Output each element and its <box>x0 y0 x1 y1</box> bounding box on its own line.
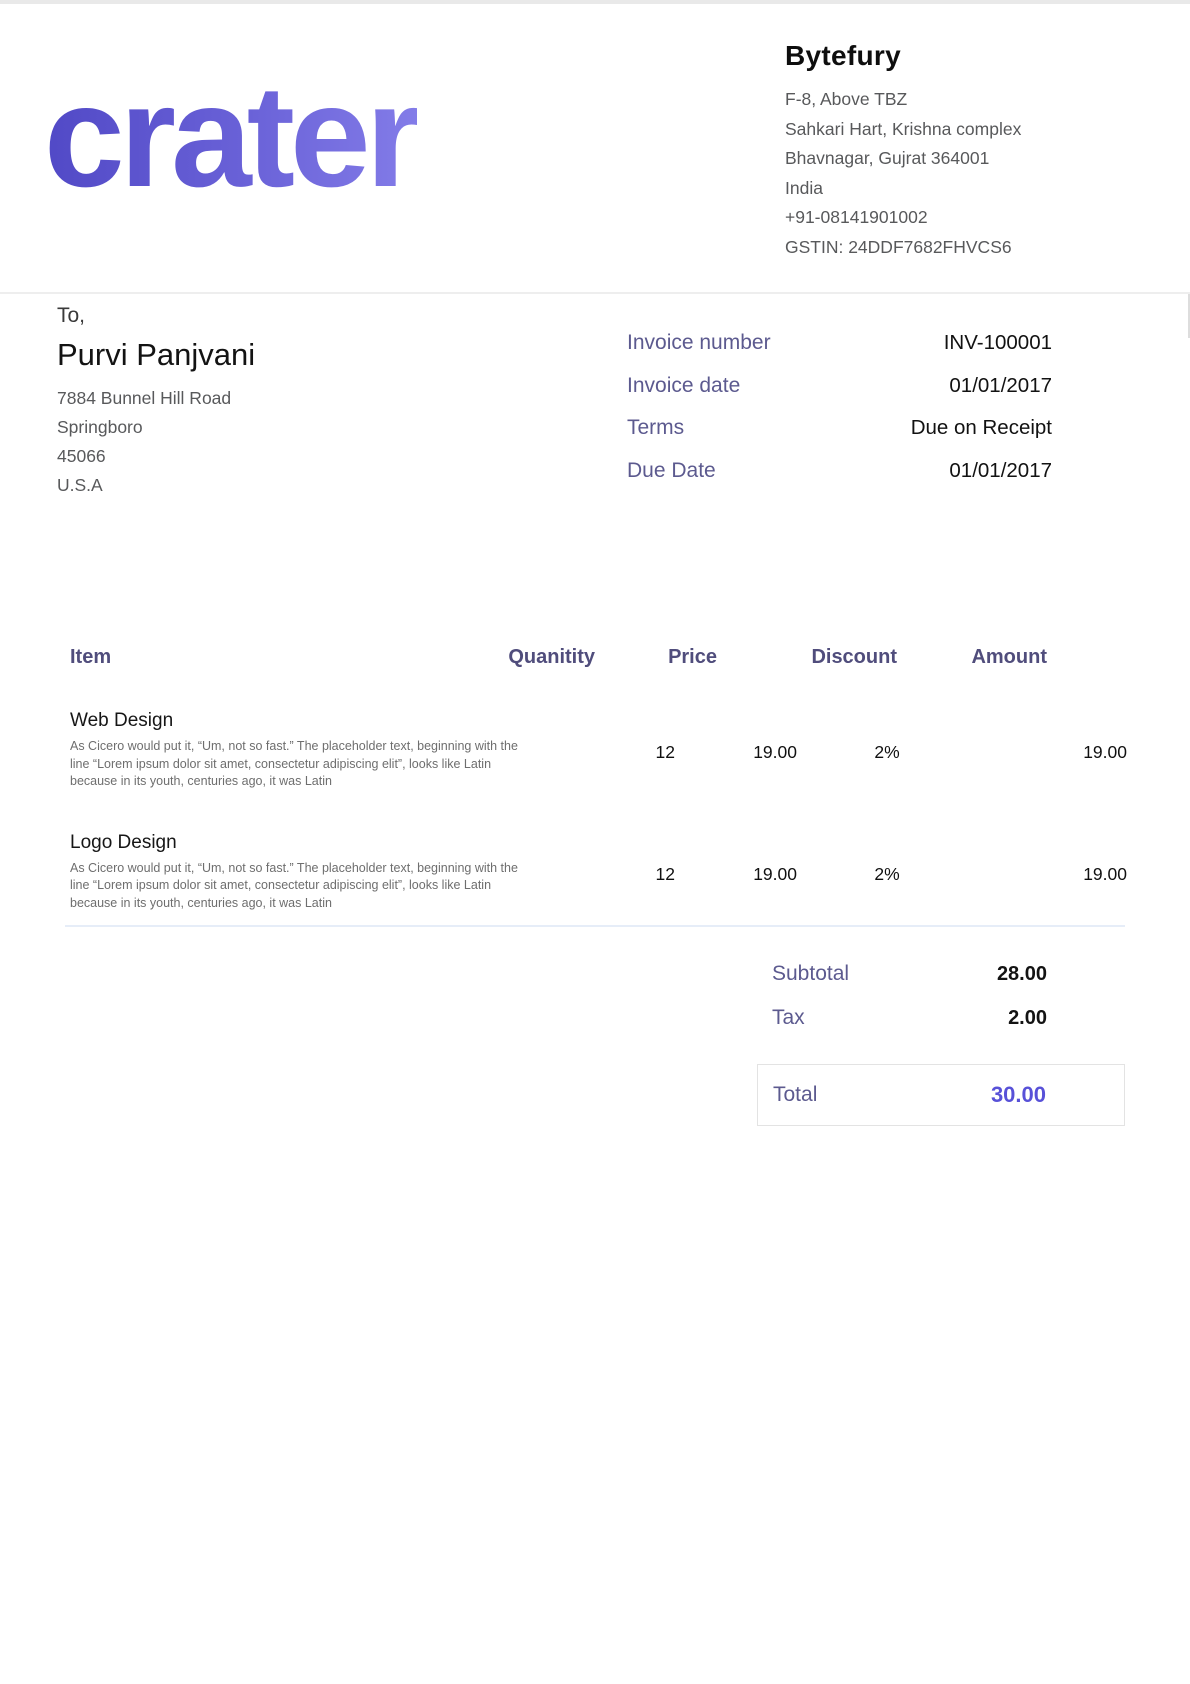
item-amount: 19.00 <box>977 831 1127 913</box>
items-table: Item Quanitity Price Discount Amount Web… <box>65 645 1125 912</box>
invoice-number-row: Invoice number INV-100001 <box>627 331 1052 374</box>
invoice-number-label: Invoice number <box>627 331 771 355</box>
table-row: Logo Design As Cicero would put it, “Um,… <box>65 791 1125 913</box>
item-name: Web Design <box>70 709 540 733</box>
table-separator <box>65 925 1125 927</box>
items-table-header: Item Quanitity Price Discount Amount <box>65 645 1125 669</box>
customer-address-line: U.S.A <box>57 471 255 500</box>
company-name: Bytefury <box>785 40 1021 72</box>
subtotal-value: 28.00 <box>997 963 1047 986</box>
invoice-number-value: INV-100001 <box>944 331 1052 355</box>
item-cell: Web Design As Cicero would put it, “Um, … <box>70 709 540 791</box>
item-description: As Cicero would put it, “Um, not so fast… <box>70 738 540 791</box>
item-amount: 19.00 <box>977 709 1127 791</box>
tax-label: Tax <box>772 1006 805 1030</box>
invoice-date-label: Invoice date <box>627 374 740 398</box>
company-address-line: Sahkari Hart, Krishna complex <box>785 115 1021 145</box>
terms-value: Due on Receipt <box>911 416 1052 440</box>
subtotal-label: Subtotal <box>772 962 849 986</box>
col-header-quantity: Quanitity <box>460 645 595 669</box>
item-price: 19.00 <box>675 709 797 791</box>
due-date-label: Due Date <box>627 459 716 483</box>
customer-address-line: Springboro <box>57 413 255 442</box>
subtotal-row: Subtotal 28.00 <box>757 952 1125 996</box>
invoice-header: crater Bytefury F-8, Above TBZ Sahkari H… <box>0 4 1190 294</box>
item-cell: Logo Design As Cicero would put it, “Um,… <box>70 831 540 913</box>
item-quantity: 12 <box>540 831 675 913</box>
customer-address-line: 7884 Bunnel Hill Road <box>57 384 255 413</box>
grand-total-label: Total <box>773 1083 817 1107</box>
crater-logo: crater <box>44 64 417 209</box>
grand-total-box: Total 30.00 <box>757 1064 1125 1126</box>
invoice-date-row: Invoice date 01/01/2017 <box>627 374 1052 417</box>
col-header-price: Price <box>595 645 717 669</box>
customer-address: 7884 Bunnel Hill Road Springboro 45066 U… <box>57 384 255 500</box>
invoice-page: crater Bytefury F-8, Above TBZ Sahkari H… <box>0 0 1190 1684</box>
item-discount: 2% <box>797 831 977 913</box>
company-gstin: GSTIN: 24DDF7682FHVCS6 <box>785 233 1021 263</box>
invoice-meta: Invoice number INV-100001 Invoice date 0… <box>627 331 1052 501</box>
terms-row: Terms Due on Receipt <box>627 416 1052 459</box>
invoice-date-value: 01/01/2017 <box>949 374 1052 398</box>
customer-name: Purvi Panjvani <box>57 337 255 373</box>
totals-block: Subtotal 28.00 Tax 2.00 Total 30.00 <box>757 952 1125 1126</box>
company-address: F-8, Above TBZ Sahkari Hart, Krishna com… <box>785 85 1021 262</box>
company-address-line: India <box>785 174 1021 204</box>
bill-to-block: To, Purvi Panjvani 7884 Bunnel Hill Road… <box>57 304 255 500</box>
company-address-line: Bhavnagar, Gujrat 364001 <box>785 144 1021 174</box>
customer-address-line: 45066 <box>57 442 255 471</box>
company-address-line: F-8, Above TBZ <box>785 85 1021 115</box>
item-name: Logo Design <box>70 831 540 855</box>
grand-total-value: 30.00 <box>991 1082 1046 1108</box>
table-row: Web Design As Cicero would put it, “Um, … <box>65 669 1125 791</box>
terms-label: Terms <box>627 416 684 440</box>
col-header-item: Item <box>70 645 460 669</box>
company-phone: +91-08141901002 <box>785 203 1021 233</box>
tax-row: Tax 2.00 <box>757 996 1125 1040</box>
item-description: As Cicero would put it, “Um, not so fast… <box>70 860 540 913</box>
col-header-discount: Discount <box>717 645 897 669</box>
bill-to-label: To, <box>57 304 255 328</box>
company-block: Bytefury F-8, Above TBZ Sahkari Hart, Kr… <box>785 40 1021 262</box>
item-discount: 2% <box>797 709 977 791</box>
item-price: 19.00 <box>675 831 797 913</box>
due-date-row: Due Date 01/01/2017 <box>627 459 1052 502</box>
item-quantity: 12 <box>540 709 675 791</box>
col-header-amount: Amount <box>897 645 1047 669</box>
tax-value: 2.00 <box>1008 1007 1047 1030</box>
due-date-value: 01/01/2017 <box>949 459 1052 483</box>
